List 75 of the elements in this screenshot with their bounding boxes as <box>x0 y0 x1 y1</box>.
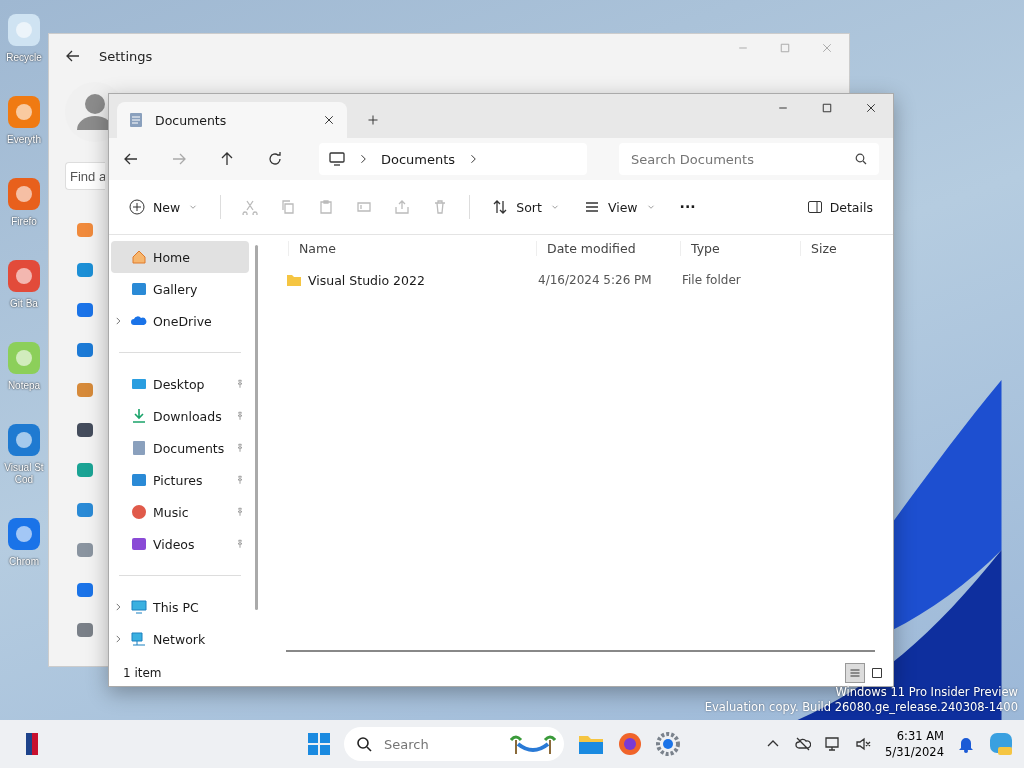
pin-icon[interactable] <box>235 443 245 453</box>
plus-icon[interactable] <box>367 114 379 126</box>
type-cell-text: File folder <box>681 273 742 287</box>
side-panel-icon <box>807 201 822 213</box>
refresh-icon[interactable] <box>267 151 283 167</box>
column-header[interactable]: Size <box>800 240 880 256</box>
breadcrumb-item[interactable]: Documents <box>381 151 456 167</box>
sort-button[interactable]: Sort <box>484 193 568 221</box>
folder-icon[interactable] <box>578 733 604 755</box>
rename-icon[interactable] <box>356 199 373 215</box>
search-icon[interactable] <box>855 153 867 165</box>
date-cell-text: 4/16/2024 5:26 PM <box>537 273 653 287</box>
nav-item[interactable]: OneDrive <box>111 305 249 337</box>
pin-icon[interactable] <box>235 507 245 517</box>
share-icon[interactable] <box>394 199 411 215</box>
cloud-off-icon[interactable] <box>795 736 812 752</box>
pin-icon[interactable] <box>235 411 245 421</box>
item-count: 1 item <box>123 666 162 680</box>
speaker-muted-icon[interactable] <box>855 736 872 752</box>
clock[interactable]: 6:31 AM 5/31/2024 <box>885 727 944 761</box>
bell-icon[interactable] <box>958 735 974 753</box>
close-icon[interactable] <box>865 102 877 114</box>
up-arrow-icon[interactable] <box>219 151 235 167</box>
scissors-icon[interactable] <box>242 199 259 215</box>
search-field[interactable]: Search Documents <box>619 143 879 175</box>
nav-item[interactable]: Gallery <box>111 273 249 305</box>
chevron-icon[interactable] <box>113 634 123 644</box>
view-mode-toggle[interactable] <box>845 663 865 683</box>
column-header[interactable]: Type <box>680 240 800 256</box>
address-bar[interactable]: Documents <box>319 143 587 175</box>
window-title: Settings <box>99 48 153 64</box>
square-icon <box>871 667 883 679</box>
nav-item[interactable]: This PC <box>111 591 249 623</box>
start-icon[interactable] <box>308 733 330 755</box>
nav-item[interactable]: Documents <box>111 432 249 464</box>
nav-item[interactable]: Desktop <box>111 368 249 400</box>
taskbar-search-field[interactable]: Search <box>344 727 564 761</box>
close-icon[interactable] <box>323 114 335 126</box>
chevron-icon[interactable] <box>113 602 123 612</box>
window-tab[interactable]: Documents <box>117 102 347 138</box>
back-arrow-icon[interactable] <box>65 48 81 64</box>
pin-icon[interactable] <box>235 379 245 389</box>
new-button[interactable]: New <box>121 193 207 221</box>
list-icon <box>849 667 861 679</box>
download-arrow-icon <box>131 408 147 424</box>
folder-icon <box>286 273 302 287</box>
plus-circle-icon <box>129 199 145 215</box>
maximize-icon[interactable] <box>821 102 833 114</box>
nav-item[interactable]: Music <box>111 496 249 528</box>
file-name-cell[interactable]: Visual Studio 2022 <box>280 272 528 288</box>
more-button[interactable]: ··· <box>671 193 704 221</box>
details-button[interactable]: Details <box>799 193 881 221</box>
scrollbar[interactable] <box>286 650 875 652</box>
pin-icon[interactable] <box>235 539 245 549</box>
nav-item[interactable]: Pictures <box>111 464 249 496</box>
copy-icon[interactable] <box>280 199 297 215</box>
gear-icon[interactable] <box>656 732 680 756</box>
view-button[interactable]: View <box>575 193 664 221</box>
network-icon <box>131 631 147 647</box>
search-icon <box>356 736 372 752</box>
back-arrow-icon[interactable] <box>123 151 139 167</box>
pin-icon[interactable] <box>235 475 245 485</box>
nav-item[interactable]: Home <box>111 241 249 273</box>
chevron-icon[interactable] <box>113 316 123 326</box>
scrollbar[interactable] <box>255 245 258 610</box>
column-header[interactable]: Name <box>288 240 536 256</box>
nav-item[interactable]: Network <box>111 623 249 655</box>
list-icon <box>583 199 600 215</box>
sort-arrows-icon <box>492 199 509 215</box>
paste-icon[interactable] <box>318 199 335 215</box>
nav-item[interactable]: Downloads <box>111 400 249 432</box>
forward-arrow-icon[interactable] <box>171 151 187 167</box>
column-header[interactable]: Date modified <box>536 240 680 256</box>
nav-item[interactable]: Videos <box>111 528 249 560</box>
sports-logo-icon[interactable] <box>26 733 38 755</box>
